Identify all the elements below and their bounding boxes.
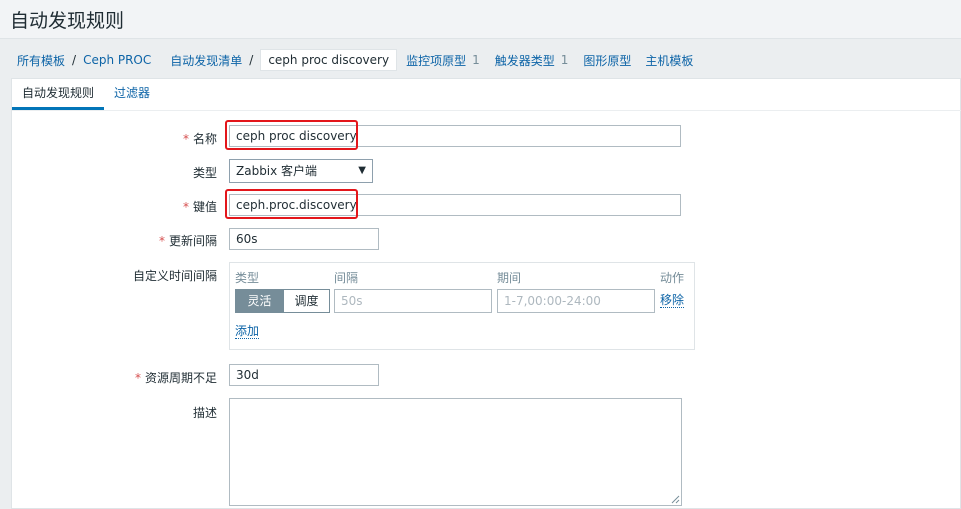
interval-label-text: 更新间隔: [168, 234, 217, 248]
breadcrumb-item-prototypes[interactable]: 监控项原型: [406, 52, 466, 69]
type-select[interactable]: Zabbix 客户端 ▼: [229, 159, 373, 183]
breadcrumb-all-templates[interactable]: 所有模板: [17, 52, 65, 69]
description-label: 描述: [192, 406, 217, 420]
col-interval-header: 间隔: [334, 271, 359, 285]
col-period-header: 期间: [497, 271, 522, 285]
resize-grip-icon[interactable]: [671, 495, 680, 504]
name-label: * 名称: [183, 130, 217, 147]
type-label: 类型: [192, 166, 217, 180]
breadcrumb-separator: /: [72, 53, 77, 67]
required-mark: *: [134, 371, 141, 385]
breadcrumb-trigger-prototypes[interactable]: 触发器类型: [495, 52, 555, 69]
description-textarea[interactable]: [229, 398, 682, 506]
lifetime-label-text: 资源周期不足: [144, 371, 217, 385]
chevron-down-icon: ▼: [358, 165, 366, 176]
tab-filters[interactable]: 过滤器: [104, 79, 160, 108]
required-mark: *: [182, 132, 189, 146]
col-type-header: 类型: [235, 271, 260, 285]
name-label-text: 名称: [192, 132, 217, 146]
breadcrumb-current: ceph proc discovery: [260, 49, 398, 71]
required-mark: *: [182, 200, 189, 214]
lifetime-label: * 资源周期不足: [135, 369, 217, 386]
breadcrumb-graph-prototypes[interactable]: 图形原型: [583, 52, 631, 69]
name-highlight-box: [225, 120, 358, 150]
flexible-toggle[interactable]: 灵活: [235, 289, 284, 313]
col-action-header: 动作: [660, 271, 685, 285]
page-header: 自动发现规则: [0, 0, 961, 39]
breadcrumb: 所有模板 / Ceph PROC 自动发现清单 / ceph proc disc…: [10, 47, 700, 73]
interval-input[interactable]: 60s: [229, 228, 379, 250]
breadcrumb-separator: /: [249, 53, 254, 67]
interval-label: * 更新间隔: [159, 232, 217, 249]
lifetime-input[interactable]: 30d: [229, 364, 379, 386]
custom-intervals-label: 自定义时间间隔: [132, 269, 217, 283]
type-select-value: Zabbix 客户端: [236, 164, 318, 178]
breadcrumb-template[interactable]: Ceph PROC: [83, 53, 151, 67]
breadcrumb-discovery-list[interactable]: 自动发现清单: [170, 52, 242, 69]
custom-period-input[interactable]: 1-7,00:00-24:00: [497, 289, 655, 313]
add-interval-link[interactable]: 添加: [235, 324, 260, 339]
key-label: * 键值: [183, 198, 217, 215]
custom-interval-input[interactable]: 50s: [334, 289, 492, 313]
scheduling-toggle[interactable]: 调度: [283, 289, 330, 313]
custom-intervals-table: 类型 间隔 期间 动作 灵活 调度 50s 1-7,00:00-24:00 移除…: [229, 262, 695, 350]
form-panel: 自动发现规则 过滤器 * 名称 ceph proc discovery 类型 Za…: [11, 78, 961, 509]
key-highlight-box: [225, 189, 358, 219]
tab-bar: 自动发现规则 过滤器: [12, 79, 961, 111]
remove-interval-link[interactable]: 移除: [660, 293, 685, 308]
trigger-prototypes-count: 1: [560, 53, 569, 67]
tab-discovery-rule[interactable]: 自动发现规则: [12, 79, 105, 110]
item-prototypes-count: 1: [472, 53, 480, 67]
breadcrumb-host-templates[interactable]: 主机模板: [645, 52, 693, 69]
page-title: 自动发现规则: [10, 10, 125, 32]
key-label-text: 键值: [192, 200, 217, 214]
required-mark: *: [158, 234, 165, 248]
